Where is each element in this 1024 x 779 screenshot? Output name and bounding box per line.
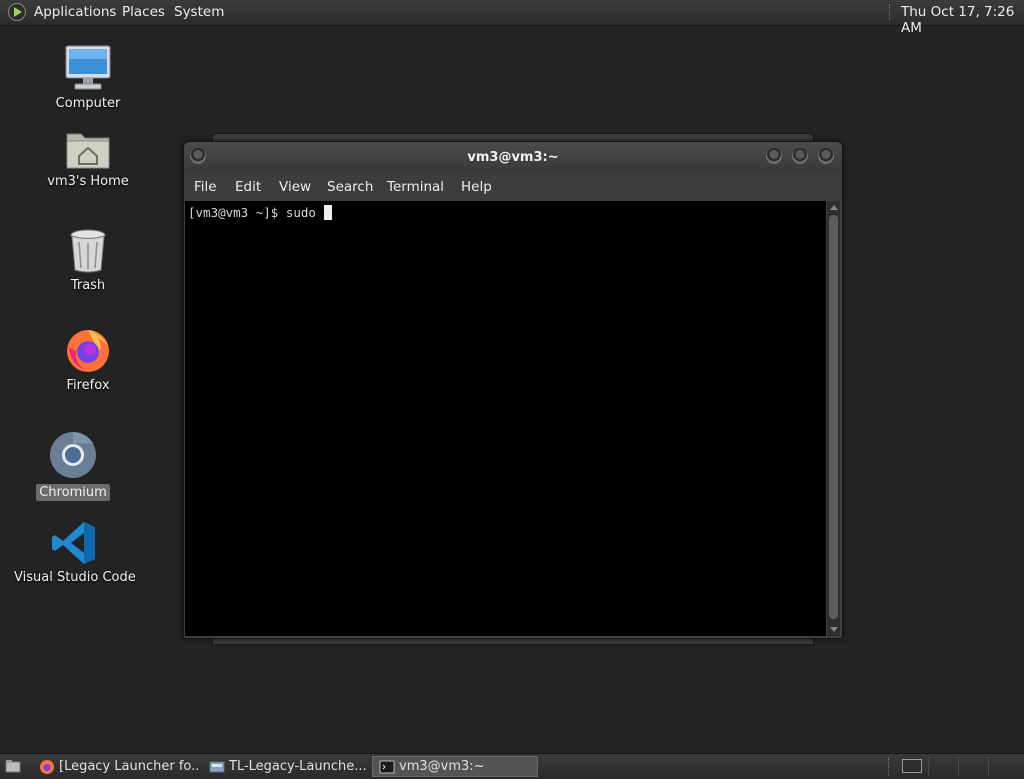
desktop-icon-label: Trash [70, 278, 106, 293]
taskbar-item-tl-legacy-launcher[interactable]: TL-Legacy-Launche... [202, 756, 370, 777]
scroll-up-icon[interactable] [830, 205, 838, 210]
bottom-panel: [Legacy Launcher fo... TL-Legacy-Launche… [0, 753, 1024, 779]
distro-logo-icon[interactable] [8, 3, 26, 21]
terminal-window: vm3@vm3:~ File Edit View Search Terminal… [183, 141, 843, 639]
menu-edit[interactable]: Edit [235, 179, 261, 195]
computer-icon [65, 45, 111, 90]
taskbar-item-label: [Legacy Launcher fo... [59, 759, 200, 774]
desktop-icon-computer[interactable]: Computer [48, 44, 128, 111]
desktop-icon-firefox[interactable]: Firefox [48, 326, 128, 393]
command-prompt: [vm3@vm3 ~]$ sudo [188, 205, 316, 220]
chromium-icon [50, 431, 96, 478]
maximize-button[interactable] [792, 148, 808, 164]
places-menu[interactable]: Places [122, 4, 165, 20]
terminal-scrollbar[interactable] [827, 201, 840, 636]
taskbar-item-label: TL-Legacy-Launche... [229, 759, 367, 774]
text-cursor [323, 205, 332, 220]
desktop-icon-label: vm3's Home [47, 174, 129, 189]
terminal-menubar: File Edit View Search Terminal Help [184, 172, 842, 201]
firefox-icon [67, 330, 109, 372]
desktop-icon-home[interactable]: vm3's Home [43, 128, 133, 189]
desktop-icon-vscode[interactable]: Visual Studio Code [14, 520, 136, 585]
menu-help[interactable]: Help [461, 179, 492, 195]
terminal-output[interactable]: [vm3@vm3 ~]$ sudo [185, 201, 826, 636]
menu-file[interactable]: File [194, 179, 217, 195]
workspace-switcher [928, 757, 1020, 776]
desktop-icon-label: Visual Studio Code [14, 570, 136, 585]
menu-terminal[interactable]: Terminal [387, 179, 444, 195]
panel-separator [888, 758, 889, 776]
terminal-icon [379, 760, 395, 774]
applications-menu[interactable]: Applications [34, 4, 116, 20]
show-desktop-icon[interactable] [5, 759, 21, 773]
workspace-3[interactable] [958, 757, 988, 776]
vscode-icon [52, 522, 95, 564]
firefox-icon [40, 760, 54, 774]
workspace-2[interactable] [928, 757, 958, 776]
desktop-icon-label: Chromium [36, 484, 110, 501]
panel-separator [889, 4, 892, 20]
clock[interactable]: Thu Oct 17, 7:26 AM [901, 4, 1024, 36]
window-titlebar[interactable]: vm3@vm3:~ [184, 142, 842, 172]
window-title: vm3@vm3:~ [467, 150, 559, 165]
menu-view[interactable]: View [279, 179, 311, 195]
installer-icon [209, 761, 225, 773]
menu-search[interactable]: Search [327, 179, 373, 195]
workspace-1[interactable] [902, 759, 922, 773]
desktop-icon-label: Firefox [66, 378, 110, 393]
system-menu[interactable]: System [174, 4, 224, 20]
top-panel: Applications Places System Thu Oct 17, 7… [0, 0, 1024, 36]
scroll-down-icon[interactable] [830, 627, 838, 632]
desktop-icon-trash[interactable]: Trash [48, 228, 128, 293]
scrollbar-thumb[interactable] [829, 215, 838, 619]
home-folder-icon [66, 133, 110, 169]
prompt-line: [vm3@vm3 ~]$ sudo [188, 205, 332, 220]
taskbar-item-label: vm3@vm3:~ [399, 759, 485, 774]
desktop-icon-label: Computer [55, 96, 121, 111]
trash-icon [70, 229, 106, 273]
workspace-4[interactable] [988, 757, 1018, 776]
minimize-button[interactable] [766, 148, 782, 164]
taskbar-item-terminal[interactable]: vm3@vm3:~ [372, 756, 538, 777]
close-button[interactable] [818, 148, 834, 164]
desktop-icon-chromium[interactable]: Chromium [33, 430, 113, 501]
taskbar-item-legacy-launcher-browser[interactable]: [Legacy Launcher fo... [32, 756, 200, 777]
